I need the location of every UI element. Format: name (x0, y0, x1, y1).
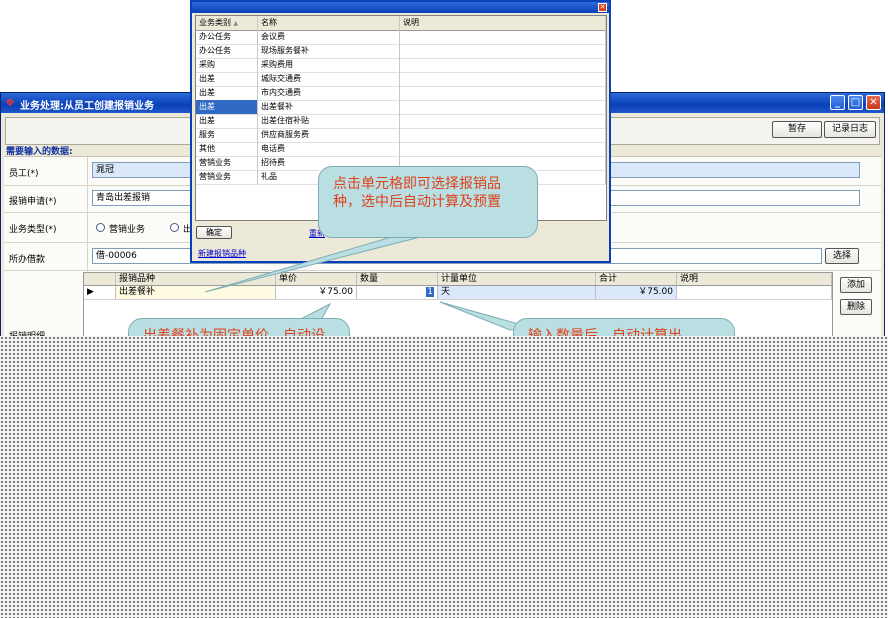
dotted-overlay (0, 336, 888, 618)
select-tip-callout: 点击单元格即可选择报销品种，选中后自动计算及预置 (318, 166, 538, 238)
select-tip-pointer (204, 231, 441, 293)
